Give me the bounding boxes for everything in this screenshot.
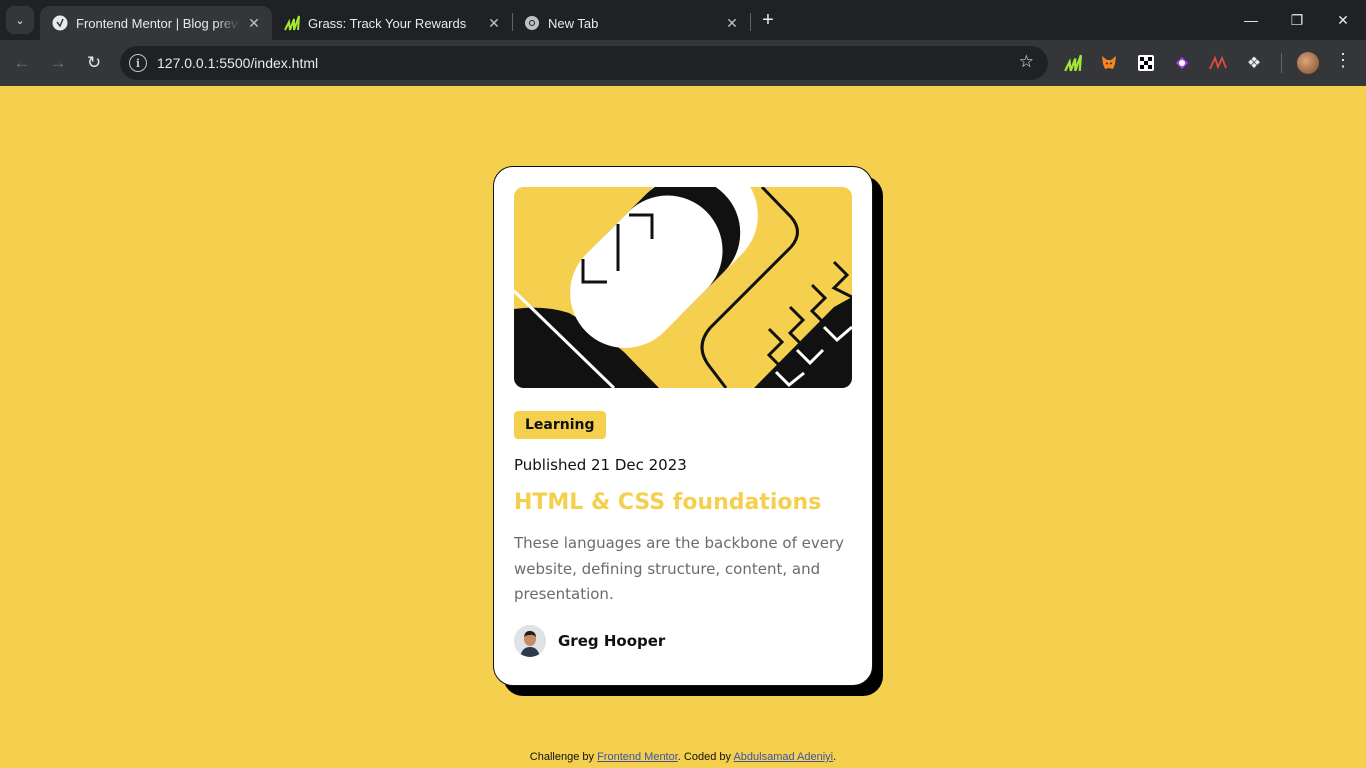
tab-title: Grass: Track Your Rewards <box>308 15 467 31</box>
card-illustration <box>514 187 852 388</box>
address-bar[interactable]: i 127.0.0.1:5500/index.html ☆ <box>120 46 1048 80</box>
toolbar-separator <box>1281 53 1282 73</box>
kebab-menu-icon[interactable]: ⋮ <box>1332 50 1354 71</box>
puzzle-icon[interactable]: ❖ <box>1243 52 1265 74</box>
url-text[interactable]: 127.0.0.1:5500/index.html <box>157 55 318 71</box>
star-icon[interactable]: ☆ <box>1019 52 1034 72</box>
published-date: Published 21 Dec 2023 <box>514 456 687 474</box>
window-close-icon[interactable]: ✕ <box>1320 0 1366 40</box>
frontend-mentor-link[interactable]: Frontend Mentor <box>597 751 678 763</box>
attribution-middle: . Coded by <box>677 751 734 763</box>
close-icon[interactable]: ✕ <box>724 15 740 31</box>
metamask-extension-icon[interactable] <box>1098 52 1120 74</box>
grass-favicon-icon <box>284 15 300 31</box>
tab-title: New Tab <box>548 15 599 31</box>
page-body: Learning Published 21 Dec 2023 HTML & CS… <box>0 86 1366 768</box>
tab-new-tab[interactable]: New Tab ✕ <box>512 6 750 40</box>
checker-extension-icon[interactable] <box>1135 52 1157 74</box>
frontend-mentor-favicon-icon <box>52 15 68 31</box>
forward-arrow-icon[interactable]: → <box>44 49 72 77</box>
reload-icon[interactable]: ↻ <box>80 49 108 77</box>
tab-grass[interactable]: Grass: Track Your Rewards ✕ <box>272 6 512 40</box>
site-info-icon[interactable]: i <box>129 54 147 72</box>
restore-icon[interactable]: ❐ <box>1274 0 1320 40</box>
minimize-icon[interactable]: — <box>1228 0 1274 40</box>
blog-preview-card: Learning Published 21 Dec 2023 HTML & CS… <box>493 166 873 686</box>
tab-search-icon[interactable]: ⌄ <box>6 6 34 34</box>
tab-separator <box>750 13 751 31</box>
card-title[interactable]: HTML & CSS foundations <box>514 490 852 515</box>
category-badge: Learning <box>514 411 606 439</box>
chrome-icon <box>524 15 540 31</box>
card-description: These languages are the backbone of ever… <box>514 534 844 603</box>
avatar <box>514 624 546 657</box>
attribution-prefix: Challenge by <box>529 751 598 763</box>
close-icon[interactable]: ✕ <box>246 15 262 31</box>
avatar[interactable] <box>1297 52 1319 74</box>
plus-icon[interactable]: + <box>756 8 780 32</box>
tab-title: Frontend Mentor | Blog preview card <box>76 15 240 31</box>
close-icon[interactable]: ✕ <box>486 15 502 31</box>
coder-link[interactable]: Abdulsamad Adeniyi <box>733 751 833 763</box>
author-name: Greg Hooper <box>558 631 666 650</box>
grass-extension-icon[interactable] <box>1062 52 1084 74</box>
purple-extension-icon[interactable] <box>1171 52 1193 74</box>
author: Greg Hooper <box>514 624 852 657</box>
attribution: Challenge by Frontend Mentor. Coded by A… <box>0 751 1366 763</box>
tab-strip: ⌄ Frontend Mentor | Blog preview card ✕ … <box>0 0 1366 40</box>
browser-toolbar: ← → ↻ i 127.0.0.1:5500/index.html ☆ ❖ ⋮ <box>0 40 1366 86</box>
tab-frontend-mentor[interactable]: Frontend Mentor | Blog preview card ✕ <box>40 6 272 40</box>
attribution-suffix: . <box>833 751 837 763</box>
back-arrow-icon[interactable]: ← <box>8 49 36 77</box>
red-extension-icon[interactable] <box>1207 52 1229 74</box>
